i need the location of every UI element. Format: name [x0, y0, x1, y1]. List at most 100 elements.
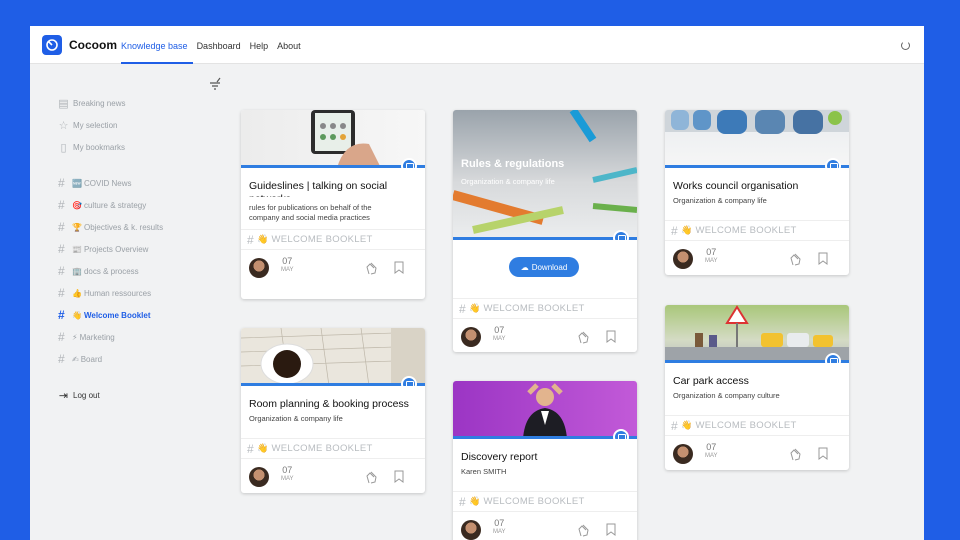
- article-card[interactable]: Room planning & booking process Organiza…: [241, 328, 425, 493]
- clap-icon[interactable]: [577, 329, 593, 345]
- card-date: 07 MAY: [493, 519, 506, 537]
- card-subtitle: Organization & company life: [461, 177, 555, 186]
- sidebar-item-label: My selection: [73, 120, 118, 130]
- app-window: Cocoom Knowledge base Dashboard Help Abo…: [30, 26, 924, 540]
- sidebar: ▤ Breaking news ☆ My selection ▯ My book…: [58, 92, 218, 406]
- download-label: Download: [531, 262, 568, 272]
- card-tag[interactable]: # 👋 WELCOME BOOKLET: [453, 491, 637, 511]
- card-tag[interactable]: # 👋 WELCOME BOOKLET: [241, 229, 425, 249]
- hash-icon: #: [459, 494, 466, 509]
- sidebar-tag-projects-overview[interactable]: # 📰 Projects Overview: [58, 238, 218, 260]
- sidebar-item-breaking-news[interactable]: ▤ Breaking news: [58, 92, 218, 114]
- sidebar-item-label: COVID News: [83, 178, 132, 188]
- article-card[interactable]: Guideslines | talking on social networks…: [241, 110, 425, 299]
- card-day: 07: [282, 256, 293, 266]
- sidebar-tag-objectives[interactable]: # 🏆 Objectives & k. results: [58, 216, 218, 238]
- refresh-icon[interactable]: [901, 41, 910, 50]
- clap-icon[interactable]: [789, 251, 805, 267]
- avatar[interactable]: [249, 467, 269, 487]
- card-footer: 07 MAY: [241, 458, 425, 493]
- sidebar-item-my-selection[interactable]: ☆ My selection: [58, 114, 218, 136]
- news-icon: ▤: [58, 97, 69, 110]
- sidebar-tag-culture-strategy[interactable]: # 🎯 culture & strategy: [58, 194, 218, 216]
- card-image: [453, 381, 637, 439]
- main-nav: Knowledge base Dashboard Help About: [121, 26, 306, 64]
- card-month: MAY: [705, 453, 718, 459]
- card-title: Car park access: [673, 375, 749, 387]
- clap-icon[interactable]: [365, 260, 381, 276]
- sidebar-item-label: Projects Overview: [83, 244, 149, 254]
- brand-name: Cocoom: [69, 38, 117, 52]
- tag-emoji: 👍: [72, 288, 82, 298]
- card-tag[interactable]: # 👋 WELCOME BOOKLET: [665, 220, 849, 240]
- avatar[interactable]: [249, 258, 269, 278]
- article-card[interactable]: Works council organisation Organization …: [665, 110, 849, 275]
- tag-emoji: 🏆: [72, 222, 82, 232]
- sidebar-tag-marketing[interactable]: # ⚡ Marketing: [58, 326, 218, 348]
- clap-icon[interactable]: [789, 446, 805, 462]
- cloud-download-icon: ☁: [520, 262, 529, 272]
- sidebar-tag-board[interactable]: # ✍ Board: [58, 348, 218, 370]
- bookmark-icon[interactable]: [818, 447, 828, 460]
- card-tag-label: WELCOME BOOKLET: [695, 420, 797, 431]
- card-date: 07 MAY: [705, 248, 718, 266]
- avatar[interactable]: [673, 249, 693, 269]
- card-image: [665, 110, 849, 168]
- card-accent-bar: [453, 436, 637, 439]
- article-type-icon: [825, 353, 841, 363]
- sidebar-tag-human-ressources[interactable]: # 👍 Human ressources: [58, 282, 218, 304]
- card-day: 07: [706, 442, 717, 452]
- bookmark-icon[interactable]: [394, 261, 404, 274]
- download-button[interactable]: ☁ Download: [509, 257, 579, 277]
- sidebar-tag-welcome-booklet[interactable]: # 👋 Welcome Booklet: [58, 304, 218, 326]
- bookmark-icon[interactable]: [606, 523, 616, 536]
- clap-icon[interactable]: [365, 469, 381, 485]
- card-date: 07 MAY: [281, 257, 294, 275]
- bookmark-icon[interactable]: [606, 330, 616, 343]
- clap-icon[interactable]: [577, 522, 593, 538]
- sidebar-item-label: Board: [80, 354, 103, 364]
- tag-emoji: 🏢: [72, 266, 82, 276]
- logout-link[interactable]: ⇥ Log out: [58, 384, 218, 406]
- avatar[interactable]: [673, 444, 693, 464]
- tag-emoji: 👋: [72, 310, 82, 320]
- card-tag[interactable]: # 👋 WELCOME BOOKLET: [241, 438, 425, 458]
- sidebar-item-label: culture & strategy: [83, 200, 147, 210]
- nav-dashboard[interactable]: Dashboard: [197, 26, 246, 64]
- avatar[interactable]: [461, 520, 481, 540]
- card-accent-bar: [241, 165, 425, 168]
- card-subtitle: Karen SMITH: [461, 467, 507, 476]
- sidebar-item-label: Human ressources: [83, 288, 152, 298]
- wave-icon: 👋: [468, 496, 481, 506]
- card-tag[interactable]: # 👋 WELCOME BOOKLET: [665, 415, 849, 435]
- wave-icon: 👋: [256, 234, 269, 244]
- article-card[interactable]: Car park access Organization & company c…: [665, 305, 849, 470]
- article-type-icon: [401, 158, 417, 168]
- bookmark-icon[interactable]: [394, 470, 404, 483]
- sidebar-item-label: Breaking news: [73, 98, 126, 108]
- sidebar-tag-covid-news[interactable]: # 🆕 COVID News: [58, 172, 218, 194]
- avatar[interactable]: [461, 327, 481, 347]
- nav-knowledge-base[interactable]: Knowledge base: [121, 26, 193, 64]
- bookmark-icon[interactable]: [818, 252, 828, 265]
- card-accent-bar: [241, 383, 425, 386]
- nav-help[interactable]: Help: [250, 26, 274, 64]
- cocoom-logo-icon[interactable]: [42, 35, 62, 55]
- card-subtitle: Organization & company culture: [673, 391, 780, 400]
- tag-emoji: ✍: [72, 354, 79, 364]
- sidebar-tag-docs-process[interactable]: # 🏢 docs & process: [58, 260, 218, 282]
- tag-emoji: 🆕: [72, 178, 82, 188]
- card-title: Guideslines | talking on social networks: [249, 180, 388, 197]
- card-tag[interactable]: # 👋 WELCOME BOOKLET: [453, 298, 637, 318]
- nav-about[interactable]: About: [277, 26, 306, 64]
- card-subtitle: Organization & company life: [249, 414, 343, 423]
- filter-icon[interactable]: [208, 77, 222, 91]
- article-card[interactable]: Discovery report Karen SMITH # 👋 WELCOME B…: [453, 381, 637, 540]
- sidebar-item-my-bookmarks[interactable]: ▯ My bookmarks: [58, 136, 218, 158]
- card-tag-label: WELCOME BOOKLET: [483, 496, 585, 507]
- hash-icon: #: [58, 176, 65, 190]
- hash-icon: #: [58, 330, 65, 344]
- hash-icon: #: [58, 198, 65, 212]
- tag-emoji: 🎯: [72, 200, 82, 210]
- article-card[interactable]: Rules & regulations Organization & compa…: [453, 110, 637, 352]
